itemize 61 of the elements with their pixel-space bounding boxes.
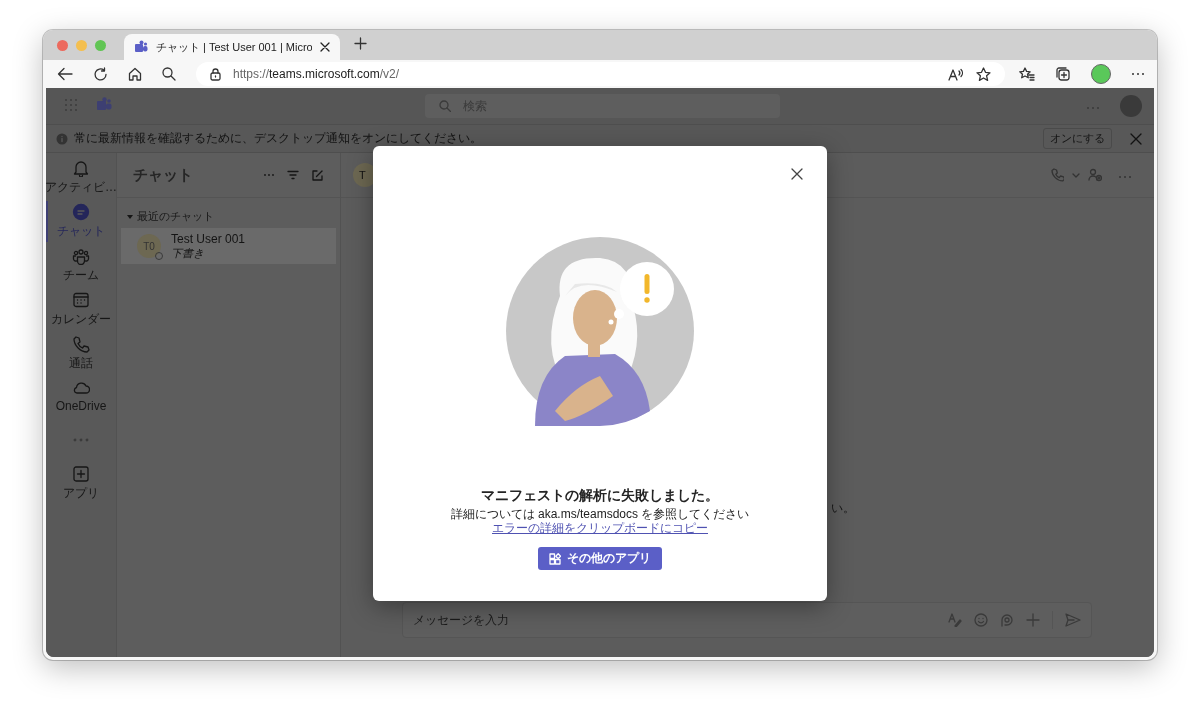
more-icon [72,437,90,443]
rail-item[interactable]: カレンダー [46,291,116,328]
rail-item[interactable]: チーム [46,247,116,284]
people-icon [72,247,90,265]
read-aloud-icon[interactable] [948,67,964,81]
add-people-icon[interactable] [1088,168,1102,182]
rail-label: チーム [63,267,99,284]
teams-logo-icon [134,40,148,54]
teams-logo-icon [96,96,112,113]
rail-label: OneDrive [55,399,107,413]
loop-icon[interactable] [1000,613,1014,627]
phone-icon [72,335,90,353]
emoji-icon[interactable] [974,613,988,627]
maximize-window-button[interactable] [95,39,106,51]
cloud-icon [72,379,90,397]
search-icon [439,100,451,112]
new-tab-icon[interactable] [354,37,367,50]
apps-icon [549,552,561,565]
phone-icon[interactable] [1051,168,1064,182]
filter-icon[interactable] [287,170,299,180]
caret-icon [127,214,133,219]
bell-icon [72,159,90,177]
close-window-button[interactable] [57,39,68,51]
dialog-message: 詳細については aka.ms/teamsdocs を参照してください [450,507,750,521]
close-icon [791,168,803,180]
profile-avatar[interactable] [1091,64,1111,84]
rail-label: カレンダー [51,311,111,328]
calendar-icon [72,291,90,309]
favorites-icon[interactable] [1019,67,1035,81]
collections-icon[interactable] [1055,66,1071,82]
rail-label: アプリ [63,485,99,502]
message-text: い。 [831,501,855,515]
tab-title: チャット | Test User 001 | Micro [156,39,312,55]
contact-name: Test User 001 [171,231,246,246]
address-bar[interactable]: https://teams.microsoft.com/v2/ [196,62,1005,86]
reload-icon[interactable] [93,66,108,82]
close-button[interactable] [789,166,805,182]
back-icon[interactable] [57,67,73,81]
rail-item[interactable]: OneDrive [46,379,116,413]
more-apps-button[interactable]: その他のアプリ [538,547,662,570]
compose-icon[interactable] [311,168,324,182]
more-icon[interactable] [263,173,275,177]
more-icon[interactable] [1131,72,1145,76]
rail-item[interactable]: アプリ [46,465,116,502]
plus-icon[interactable] [1026,613,1040,627]
add-app-icon [72,465,90,483]
chat-icon [72,203,90,221]
message-preview: 下書き [171,245,205,261]
send-icon[interactable] [1065,613,1081,627]
format-icon[interactable] [948,613,962,627]
copy-error-details-link[interactable]: エラーの詳細をクリップボードにコピー [492,521,708,535]
star-icon[interactable] [976,66,991,82]
close-icon[interactable] [320,42,330,52]
search-icon[interactable] [162,67,176,81]
info-icon [56,132,68,145]
chevron-down-icon[interactable] [1072,172,1080,178]
browser-tab[interactable]: チャット | Test User 001 | Micro [124,34,340,60]
url-text: https://teams.microsoft.com/v2/ [233,67,400,81]
lock-icon [210,67,221,81]
home-icon[interactable] [128,67,142,81]
dialog-title: マニフェストの解析に失敗しました。 [481,486,719,504]
